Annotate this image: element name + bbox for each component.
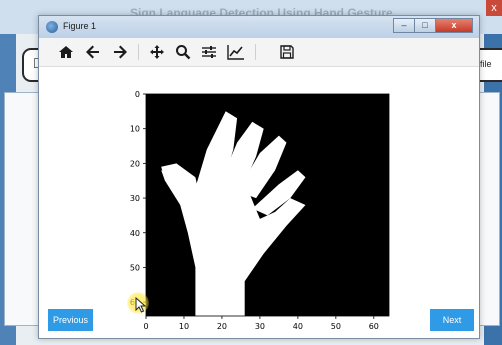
x-tick-label: 10 xyxy=(179,322,189,331)
edit-axis-icon xyxy=(227,45,244,60)
toolbar-separator xyxy=(255,44,256,60)
window-app-icon xyxy=(46,21,58,33)
window-titlebar[interactable]: Figure 1 – □ x xyxy=(39,16,479,38)
y-tick-label: 50 xyxy=(130,263,140,272)
x-tick-label: 20 xyxy=(217,322,227,331)
maximize-button[interactable]: □ xyxy=(414,18,436,33)
pan-icon xyxy=(150,45,164,59)
next-button[interactable]: Next xyxy=(430,309,474,331)
x-tick-label: 40 xyxy=(293,322,303,331)
x-tick-label: 60 xyxy=(369,322,379,331)
y-tick-label: 0 xyxy=(135,90,140,99)
figure-window: Figure 1 – □ x 0 10 20 30 40 50 60 0 10 … xyxy=(38,15,480,339)
previous-button[interactable]: Previous xyxy=(48,309,93,331)
image-pixels xyxy=(146,94,389,316)
background-file-button-label: file xyxy=(480,59,492,69)
save-button[interactable] xyxy=(276,41,298,63)
x-tick-label: 30 xyxy=(255,322,265,331)
background-close-button[interactable]: x xyxy=(486,0,502,16)
zoom-button[interactable] xyxy=(172,41,194,63)
y-axis: 0102030405060 xyxy=(130,90,146,307)
x-tick-label: 0 xyxy=(143,322,148,331)
minimize-button[interactable]: – xyxy=(393,18,415,33)
toolbar-separator xyxy=(138,44,139,60)
y-tick-label: 10 xyxy=(130,125,140,134)
window-title: Figure 1 xyxy=(63,21,97,31)
window-controls: – □ x xyxy=(393,18,473,34)
forward-button[interactable] xyxy=(109,41,131,63)
back-button[interactable] xyxy=(82,41,104,63)
close-button[interactable]: x xyxy=(435,18,473,33)
x-tick-label: 50 xyxy=(331,322,341,331)
home-icon xyxy=(59,46,73,58)
mouse-pointer-icon xyxy=(135,297,147,313)
configure-subplots-button[interactable] xyxy=(198,41,220,63)
pan-button[interactable] xyxy=(146,41,168,63)
y-tick-label: 20 xyxy=(130,159,140,168)
zoom-icon xyxy=(176,45,191,60)
figure-canvas[interactable]: 0 10 20 30 40 50 60 0 10 20 30 40 50 60 xyxy=(39,67,479,338)
save-icon xyxy=(280,45,294,59)
image-plot: 0 10 20 30 40 50 60 0 10 20 30 40 50 60 xyxy=(130,90,390,331)
figure-toolbar xyxy=(39,38,479,67)
back-arrow-icon xyxy=(86,45,99,59)
y-tick-label: 40 xyxy=(130,229,140,238)
x-axis: 0 10 20 30 40 50 60 xyxy=(143,316,379,331)
y-tick-label: 30 xyxy=(130,194,140,203)
home-button[interactable] xyxy=(55,41,77,63)
edit-axis-button[interactable] xyxy=(225,41,247,63)
forward-arrow-icon xyxy=(114,45,127,59)
configure-subplots-icon xyxy=(202,46,216,58)
